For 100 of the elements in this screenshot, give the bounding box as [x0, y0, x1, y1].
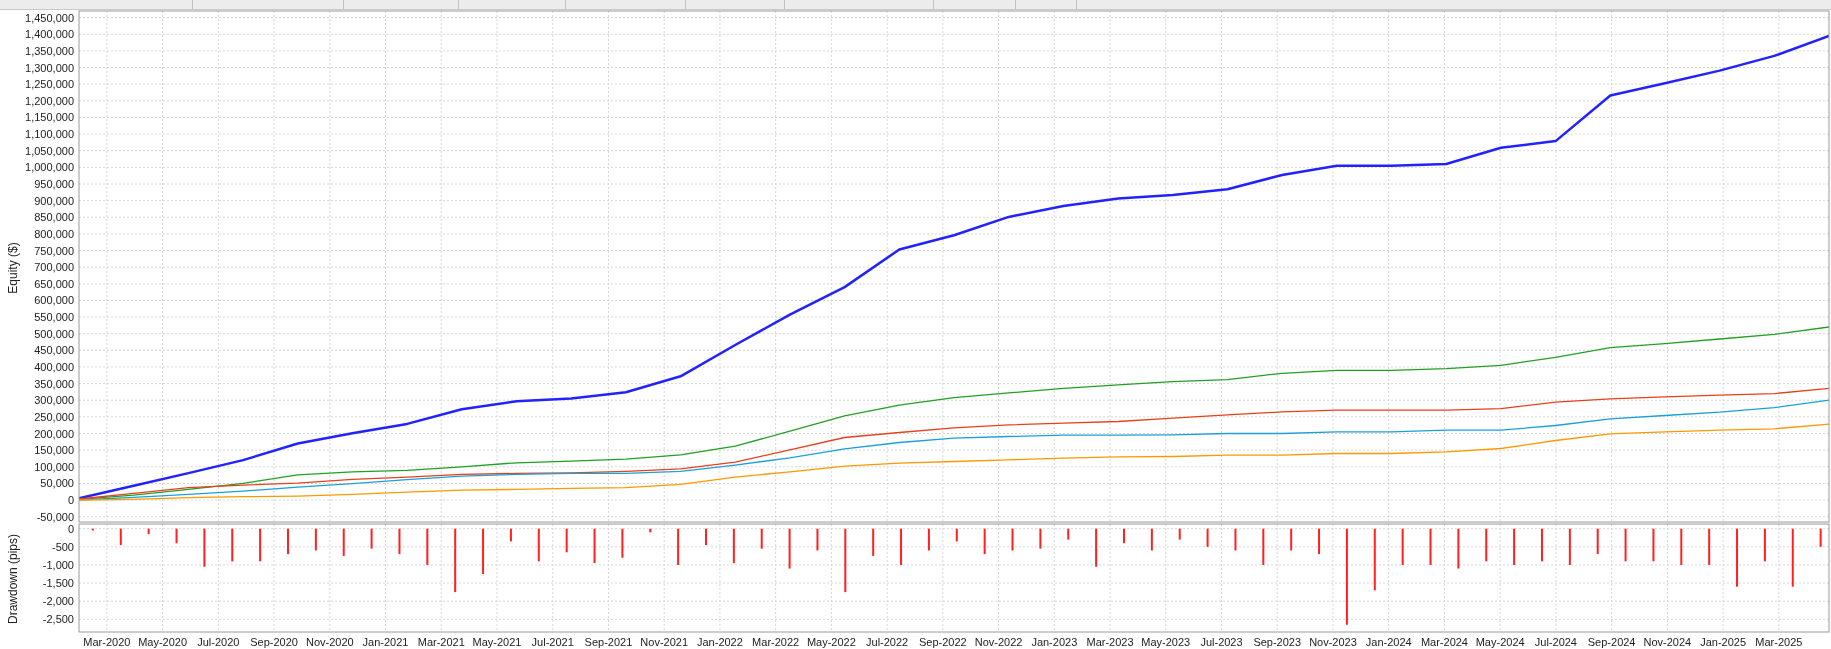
drawdown-bar	[259, 528, 262, 562]
y-tick-label: 950,000	[34, 178, 74, 190]
drawdown-bar	[1791, 528, 1794, 587]
x-tick-label: Nov-2023	[1309, 636, 1357, 648]
y-tick-label: -2,500	[42, 613, 74, 626]
drawdown-bar	[816, 528, 819, 551]
drawdown-bar	[1596, 528, 1599, 555]
drawdown-bar	[1708, 528, 1711, 565]
x-tick-label: Sep-2022	[919, 636, 967, 648]
y-tick-label: -1,500	[42, 577, 74, 590]
drawdown-bar	[1652, 528, 1655, 562]
x-tick-label: Jan-2021	[362, 636, 409, 648]
drawdown-bar	[760, 528, 763, 549]
y-tick-label: 500,000	[34, 327, 74, 340]
y-tick-label: -50,000	[36, 510, 74, 523]
y-tick-label: 650,000	[34, 277, 74, 290]
y-tick-label: 550,000	[34, 311, 74, 324]
drawdown-bar	[1680, 528, 1683, 565]
drawdown-bar	[927, 528, 930, 551]
drawdown-bar	[1011, 528, 1014, 551]
x-tick-label: May-2022	[806, 636, 856, 648]
y-tick-label: 900,000	[34, 194, 74, 207]
y-tick-label: 1,250,000	[25, 78, 74, 91]
y-tick-label: 1,100,000	[25, 128, 74, 141]
x-tick-label: Mar-2024	[1420, 636, 1468, 648]
y-tick-label: 750,000	[34, 244, 74, 257]
drawdown-bar	[1485, 528, 1488, 562]
drawdown-bar	[1513, 528, 1516, 565]
drawdown-bar	[1429, 528, 1432, 565]
drawdown-bar	[175, 528, 178, 544]
y-tick-label: 1,050,000	[25, 144, 74, 157]
drawdown-bar	[1178, 528, 1181, 540]
drawdown-bar	[509, 528, 512, 542]
y-tick-label: 150,000	[34, 444, 74, 457]
y-tick-label: -500	[51, 540, 74, 553]
drawdown-bar	[398, 528, 401, 555]
drawdown-bar	[1318, 528, 1321, 555]
drawdown-bar	[537, 528, 540, 562]
y-tick-label: 250,000	[34, 410, 74, 423]
x-tick-label: May-2021	[472, 636, 522, 648]
drawdown-bar	[872, 528, 875, 556]
x-tick-label: May-2020	[138, 636, 188, 648]
drawdown-bar	[426, 528, 429, 565]
drawdown-bar	[1150, 528, 1153, 551]
drawdown-bar	[370, 528, 373, 549]
y-tick-label: 1,200,000	[25, 94, 74, 107]
x-tick-label: Mar-2025	[1755, 636, 1803, 648]
y-tick-label: 1,350,000	[25, 44, 74, 57]
x-tick-label: Sep-2024	[1587, 636, 1636, 648]
drawdown-bar	[203, 528, 206, 567]
drawdown-bar	[649, 528, 652, 533]
x-tick-label: Jan-2023	[1031, 636, 1078, 648]
x-tick-label: Mar-2022	[752, 636, 800, 648]
y-tick-label: 50,000	[40, 477, 74, 490]
drawdown-bar	[231, 528, 234, 562]
y-tick-label: 700,000	[34, 261, 74, 274]
drawdown-bar	[1401, 528, 1404, 565]
y-tick-label: 600,000	[34, 294, 74, 307]
y-tick-label: 850,000	[34, 211, 74, 224]
drawdown-bar	[593, 528, 596, 564]
drawdown-bar	[955, 528, 958, 542]
x-tick-label: May-2023	[1141, 636, 1191, 648]
x-tick-label: Nov-2022	[974, 636, 1023, 648]
drawdown-bar	[454, 528, 457, 593]
drawdown-bar	[1568, 528, 1571, 565]
drawdown-bar	[1290, 528, 1293, 551]
x-tick-label: Mar-2023	[1086, 636, 1134, 648]
x-tick-label: Sep-2020	[250, 636, 298, 648]
y-tick-label: 300,000	[34, 394, 74, 407]
y-tick-label: 800,000	[34, 227, 74, 240]
y-tick-label: 1,400,000	[25, 28, 74, 41]
drawdown-bar	[1763, 528, 1766, 562]
drawdown-bar	[1095, 528, 1098, 567]
y-tick-label: 1,150,000	[25, 111, 74, 124]
x-tick-label: Mar-2021	[417, 636, 465, 648]
x-tick-label: Sep-2023	[1253, 636, 1302, 648]
y-tick-label: 1,000,000	[25, 161, 74, 174]
y-tick-label: 200,000	[34, 427, 74, 440]
x-tick-label: Jul-2024	[1534, 636, 1577, 648]
drawdown-bar	[342, 528, 345, 556]
x-tick-label: Jul-2021	[531, 636, 574, 648]
drawdown-bar	[1373, 528, 1376, 591]
y-tick-label: -2,000	[42, 595, 74, 608]
drawdown-bar	[1457, 528, 1460, 569]
drawdown-bar	[1234, 528, 1237, 551]
x-tick-label: Jan-2022	[697, 636, 743, 648]
drawdown-bar	[732, 528, 735, 564]
x-tick-label: Jul-2022	[866, 636, 909, 648]
drawdown-bar	[1624, 528, 1627, 562]
drawdown-bar	[844, 528, 847, 593]
drawdown-bar	[621, 528, 624, 558]
y-tick-label: 450,000	[34, 344, 74, 357]
drawdown-bar	[91, 528, 94, 531]
x-tick-label: Jul-2023	[1200, 636, 1243, 648]
drawdown-bar	[788, 528, 791, 569]
x-tick-label: Jul-2020	[197, 636, 240, 648]
x-tick-label: Mar-2020	[83, 636, 131, 648]
y-tick-label: 1,450,000	[25, 11, 74, 24]
drawdown-bar	[565, 528, 568, 553]
drawdown-bar	[119, 528, 122, 545]
